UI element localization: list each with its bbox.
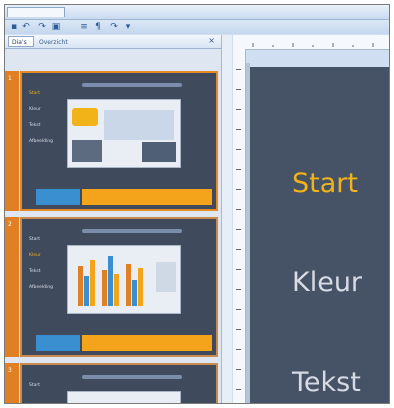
quick-access-toolbar: ▪ ↶ ↷ ▣ ≡ ¶ ↷ ▾ <box>5 20 389 34</box>
tools-icon[interactable]: ¶ <box>93 22 103 32</box>
thumb-chart-svg <box>78 256 176 306</box>
thumb-menu-item: Start <box>29 237 40 242</box>
thumb-shape <box>72 108 98 126</box>
slide-number: 1 <box>8 75 12 82</box>
ruler-ticks <box>252 43 374 47</box>
thumb-menu-item: Afbeelding <box>29 285 53 290</box>
thumb-title <box>82 375 182 379</box>
redo2-icon[interactable]: ↷ <box>109 22 119 32</box>
vertical-ruler <box>233 49 246 403</box>
thumb-screenshot <box>67 99 181 168</box>
slide-item-kleur[interactable]: Kleur <box>292 267 362 298</box>
ribbon-tab-2[interactable] <box>123 7 171 17</box>
thumb-bar <box>78 266 83 306</box>
tab-slides[interactable]: Dia's <box>8 36 34 47</box>
thumb-bar <box>114 274 119 306</box>
ribbon-tab-1[interactable] <box>7 7 65 17</box>
thumb-menu-item: Afbeelding <box>29 139 53 144</box>
thumb-title <box>82 83 182 87</box>
thumb-chart <box>67 245 181 314</box>
close-icon[interactable]: × <box>208 36 215 45</box>
slide-number: 2 <box>8 221 12 228</box>
thumb-menu-item: Start <box>29 91 40 96</box>
thumb-bottom-bar <box>36 335 214 351</box>
thumb-screenshot <box>67 391 181 403</box>
tab-outline[interactable]: Overzicht <box>35 36 75 47</box>
thumb-menu-item: Start <box>29 383 40 388</box>
thumb-title <box>82 229 182 233</box>
slide-item-start[interactable]: Start <box>292 168 358 199</box>
thumb-menu-item: Kleur <box>29 107 41 112</box>
thumb-bottom-right <box>82 189 212 205</box>
save-icon[interactable]: ▪ <box>9 22 19 32</box>
thumb-menu: Start Kleur Tekst Afbeelding <box>29 237 53 301</box>
slide-thumbnail-1[interactable]: Start Kleur Tekst Afbeelding <box>20 71 218 211</box>
main-slide-canvas[interactable]: Start Kleur Tekst <box>250 67 389 403</box>
thumb-bar <box>84 276 89 306</box>
slide-number: 3 <box>8 367 12 374</box>
thumb-bar <box>126 264 131 306</box>
print-icon[interactable]: ▣ <box>51 22 61 32</box>
customize-icon[interactable]: ▾ <box>123 22 133 32</box>
thumb-menu-item: Kleur <box>29 253 41 258</box>
thumb-menu-item: Tekst <box>29 269 41 274</box>
thumb-block <box>72 140 102 162</box>
slide-thumbnail-2[interactable]: Start Kleur Tekst Afbeelding <box>20 217 218 357</box>
ribbon-tab-strip <box>5 5 389 20</box>
slides-panel-header: Dia's Overzicht × <box>5 35 221 49</box>
slide-item-tekst[interactable]: Tekst <box>292 367 361 398</box>
thumb-bottom-left <box>36 189 80 205</box>
slide-thumbnails-pane: 1 Start Kleur Tekst Afbeelding 2 Start K… <box>5 49 221 403</box>
thumb-bar <box>132 280 137 306</box>
thumb-2-bar <box>5 217 19 357</box>
thumb-block <box>142 142 176 162</box>
thumb-bar <box>108 256 113 306</box>
slide-thumbnail-3[interactable]: Start <box>20 363 218 403</box>
thumb-menu: Start <box>29 383 40 399</box>
thumbnails-scrollbar[interactable] <box>221 35 232 403</box>
undo-icon[interactable]: ↶ <box>21 22 31 32</box>
thumb-bar <box>90 260 95 306</box>
horizontal-ruler <box>233 35 389 50</box>
app-window: ▪ ↶ ↷ ▣ ≡ ¶ ↷ ▾ Dia's Overzicht × 1 Star… <box>4 4 390 404</box>
format-icon[interactable]: ≡ <box>79 22 89 32</box>
thumb-menu: Start Kleur Tekst Afbeelding <box>29 91 53 155</box>
thumb-legend <box>156 262 176 292</box>
thumb-1-bar <box>5 71 19 211</box>
thumb-bottom-bar <box>36 189 214 205</box>
thumb-bottom-right <box>82 335 212 351</box>
thumb-window <box>104 110 174 140</box>
thumb-bar <box>138 268 143 306</box>
thumb-bottom-left <box>36 335 80 351</box>
redo-icon[interactable]: ↷ <box>37 22 47 32</box>
thumb-bar <box>102 270 107 306</box>
thumb-menu-item: Tekst <box>29 123 41 128</box>
